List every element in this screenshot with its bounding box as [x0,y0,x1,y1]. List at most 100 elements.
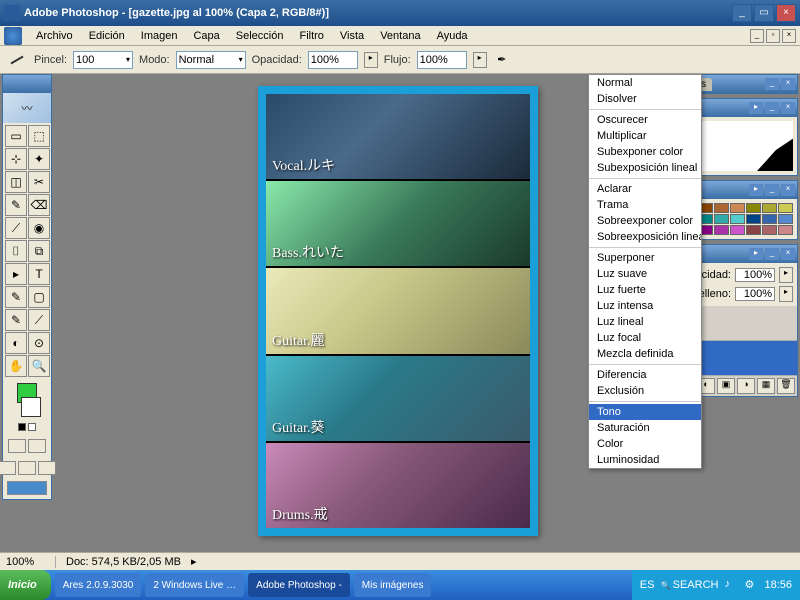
tool-5[interactable]: ✂ [28,171,50,193]
style-swatch[interactable] [762,203,777,213]
tool-17[interactable]: ⟋ [28,309,50,331]
flow-input[interactable] [417,51,467,69]
blend-option[interactable]: Saturación [589,420,701,436]
doc-restore-button[interactable]: ▫ [766,29,780,43]
tool-11[interactable]: ⧉ [28,240,50,262]
blend-option[interactable]: Subexponer color [589,144,701,160]
status-flyout-icon[interactable]: ▸ [191,555,197,568]
layer-new-button[interactable]: ▦ [757,378,775,394]
system-tray[interactable]: ES 🔍 SEARCH ♪ ⚙ 18:56 [632,570,800,600]
taskbar-task[interactable]: Adobe Photoshop - [248,573,350,597]
start-button[interactable]: Inicio [0,570,51,600]
screen-mode-1-button[interactable] [0,461,16,475]
blend-option[interactable]: Luz focal [589,330,701,346]
doc-close-button[interactable]: × [782,29,796,43]
doc-minimize-button[interactable]: _ [750,29,764,43]
panel-close-icon[interactable]: × [781,248,795,260]
search-widget[interactable]: 🔍 SEARCH [660,579,718,591]
opacity-input[interactable] [308,51,358,69]
blend-option[interactable]: Multiplicar [589,128,701,144]
panel-menu-icon[interactable]: ▸ [749,248,763,260]
panel-minimize-icon[interactable]: _ [765,78,779,90]
blend-option[interactable]: Subexposición lineal [589,160,701,176]
tool-18[interactable]: ◐ [5,332,27,354]
style-swatch[interactable] [778,203,793,213]
menu-vista[interactable]: Vista [332,28,372,44]
layer-adjust-button[interactable]: ◑ [737,378,755,394]
style-swatch[interactable] [714,214,729,224]
blend-option[interactable]: Luminosidad [589,452,701,468]
taskbar-task[interactable]: Ares 2.0.9.3030 [55,573,142,597]
panel-minimize-icon[interactable]: _ [765,248,779,260]
minimize-button[interactable]: _ [732,4,752,22]
clock[interactable]: 18:56 [764,579,792,591]
tool-21[interactable]: 🔍 [28,355,50,377]
blend-option[interactable]: Oscurecer [589,112,701,128]
style-swatch[interactable] [746,203,761,213]
tool-7[interactable]: ⌫ [28,194,50,216]
blend-option[interactable]: Aclarar [589,181,701,197]
blend-option[interactable]: Superponer [589,250,701,266]
blend-option[interactable]: Disolver [589,91,701,107]
blend-option[interactable]: Tono [589,404,701,420]
taskbar-task[interactable]: Mis imágenes [354,573,432,597]
document-canvas[interactable]: Vocal.ルキBass.れいたGuitar.麗Guitar.葵Drums.戒 [258,86,538,536]
panel-minimize-icon[interactable]: _ [765,184,779,196]
style-swatch[interactable] [730,214,745,224]
tool-10[interactable]: ⌷ [5,240,27,262]
blend-option[interactable]: Trama [589,197,701,213]
layer-fill-flyout[interactable]: ▸ [779,286,793,302]
blend-option[interactable]: Color [589,436,701,452]
style-swatch[interactable] [762,214,777,224]
taskbar-task[interactable]: 2 Windows Live … [145,573,244,597]
blend-option[interactable]: Exclusión [589,383,701,399]
style-swatch[interactable] [746,225,761,235]
blend-option[interactable]: Diferencia [589,367,701,383]
tool-9[interactable]: ◉ [28,217,50,239]
menu-capa[interactable]: Capa [185,28,227,44]
panel-menu-icon[interactable]: ▸ [749,184,763,196]
style-swatch[interactable] [730,225,745,235]
blend-option[interactable]: Luz fuerte [589,282,701,298]
menu-filtro[interactable]: Filtro [291,28,331,44]
tool-4[interactable]: ◫ [5,171,27,193]
flow-flyout-button[interactable]: ▸ [473,52,487,68]
screen-mode-3-button[interactable] [38,461,56,475]
jump-to-imageready-button[interactable] [7,481,47,495]
panel-menu-icon[interactable]: ▸ [749,102,763,114]
airbrush-toggle-icon[interactable]: ✒ [493,51,511,69]
layer-opacity-flyout[interactable]: ▸ [779,267,793,283]
default-colors-icon[interactable] [18,423,26,431]
tool-1[interactable]: ⬚ [28,125,50,147]
blend-option[interactable]: Sobreexponer color [589,213,701,229]
menu-ayuda[interactable]: Ayuda [429,28,476,44]
tool-2[interactable]: ⊹ [5,148,27,170]
style-swatch[interactable] [778,214,793,224]
tool-14[interactable]: ✎ [5,286,27,308]
opacity-flyout-button[interactable]: ▸ [364,52,378,68]
tray-icon[interactable]: ⚙ [744,578,758,592]
style-swatch[interactable] [714,203,729,213]
blend-option[interactable]: Luz lineal [589,314,701,330]
panel-close-icon[interactable]: × [781,78,795,90]
toolbox-titlebar[interactable] [3,75,51,93]
brush-preset-picker[interactable]: 100 [73,51,133,69]
blend-mode-select[interactable]: Normal [176,51,246,69]
style-swatch[interactable] [778,225,793,235]
tool-16[interactable]: ✎ [5,309,27,331]
layer-delete-button[interactable]: 🗑 [777,378,795,394]
tool-19[interactable]: ⊙ [28,332,50,354]
background-color-swatch[interactable] [21,397,41,417]
menu-archivo[interactable]: Archivo [28,28,81,44]
quickmask-mode-button[interactable] [28,439,46,453]
blend-option[interactable]: Mezcla definida [589,346,701,362]
style-swatch[interactable] [762,225,777,235]
style-swatch[interactable] [746,214,761,224]
panel-close-icon[interactable]: × [781,184,795,196]
tool-0[interactable]: ▭ [5,125,27,147]
tool-6[interactable]: ✎ [5,194,27,216]
lang-indicator[interactable]: ES [640,579,655,591]
tool-12[interactable]: ▸ [5,263,27,285]
tool-13[interactable]: T [28,263,50,285]
tool-8[interactable]: ⟋ [5,217,27,239]
